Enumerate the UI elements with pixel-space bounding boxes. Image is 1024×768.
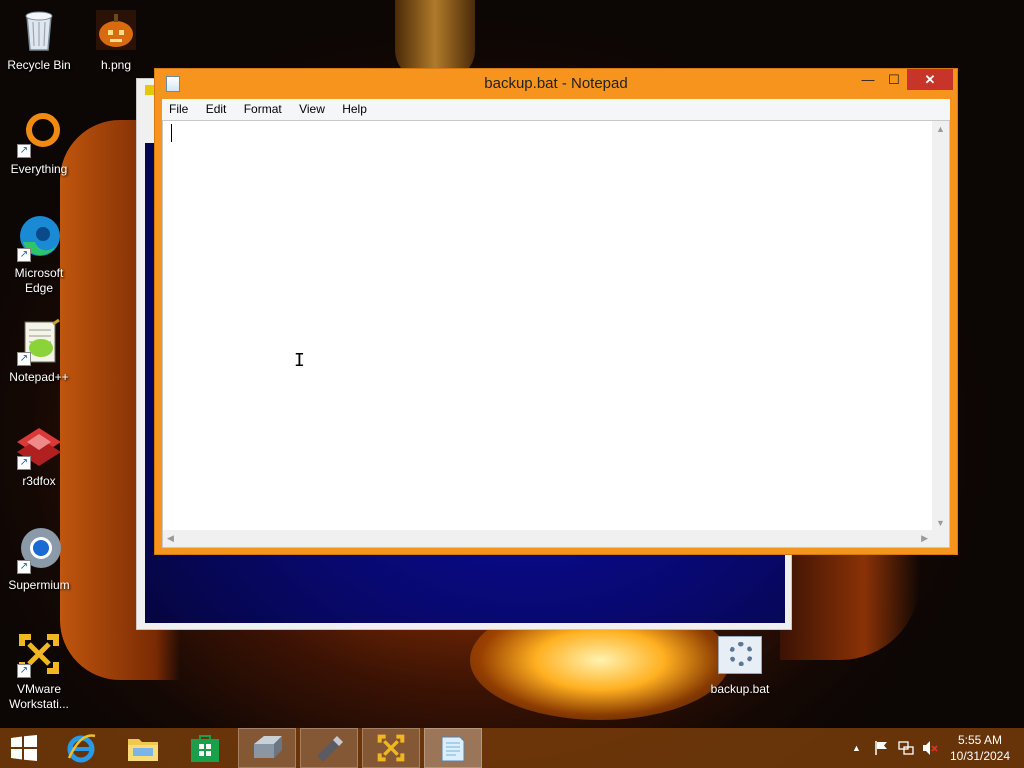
menu-view[interactable]: View <box>292 99 332 120</box>
scroll-right-icon[interactable]: ▶ <box>921 533 928 544</box>
shortcut-arrow-icon: ↗ <box>17 664 31 678</box>
close-button[interactable]: ✕ <box>907 69 953 90</box>
desktop-icon-label: Notepad++ <box>9 370 69 384</box>
desktop-icon-everything[interactable]: ↗ Everything <box>1 110 77 177</box>
notepad-titlebar[interactable]: backup.bat - Notepad — ☐ ✕ <box>155 69 957 99</box>
minimize-icon: — <box>861 72 875 87</box>
shortcut-arrow-icon: ↗ <box>17 144 31 158</box>
shortcut-arrow-icon: ↗ <box>17 456 31 470</box>
drive-icon <box>254 736 282 758</box>
usb-drive-icon <box>317 736 343 762</box>
text-editor-area[interactable]: ▲ ▼ ◀ ▶ <box>162 120 950 548</box>
edge-icon: ↗ <box>15 214 63 262</box>
menu-bar: File Edit Format View Help <box>162 99 950 120</box>
desktop-icon-r3dfox[interactable]: ↗ r3dfox <box>1 422 77 489</box>
resize-grip-icon[interactable] <box>932 530 949 547</box>
taskbar-usb-drive[interactable] <box>300 728 358 768</box>
file-explorer-icon <box>128 739 158 761</box>
desktop-icon-label: Recycle Bin <box>7 58 71 72</box>
menu-file[interactable]: File <box>162 99 195 120</box>
desktop-icon-h-png[interactable]: h.png <box>78 6 154 73</box>
shortcut-arrow-icon: ↗ <box>17 248 31 262</box>
desktop-icon-label: r3dfox <box>22 474 56 488</box>
r3dfox-icon: ↗ <box>15 422 63 470</box>
taskbar-internet-explorer[interactable] <box>52 728 110 768</box>
show-hidden-icons[interactable]: ▲ <box>852 728 861 768</box>
clock-time: 5:55 AM <box>957 733 1003 747</box>
desktop-icon-notepad-plus-plus[interactable]: ↗ Notepad++ <box>1 318 77 385</box>
vertical-scrollbar[interactable]: ▲ ▼ <box>932 121 949 531</box>
start-icon <box>11 735 37 761</box>
menu-format[interactable]: Format <box>237 99 289 120</box>
taskbar-store[interactable] <box>176 728 234 768</box>
scroll-up-icon[interactable]: ▲ <box>936 124 945 134</box>
store-icon <box>191 735 219 762</box>
taskbar-clock[interactable]: 5:55 AM 10/31/2024 <box>940 732 1020 764</box>
volume-button[interactable] <box>922 728 938 768</box>
desktop-icon-vmware[interactable]: ↗ VMware Workstati... <box>1 630 77 712</box>
gear-icon <box>729 642 753 666</box>
close-icon: ✕ <box>924 72 936 87</box>
taskbar-vmware[interactable] <box>362 728 420 768</box>
desktop-icon-microsoft-edge[interactable]: ↗ Microsoft Edge <box>1 214 77 296</box>
recycle-bin-icon <box>15 6 63 54</box>
notepadpp-icon: ↗ <box>15 318 63 366</box>
desktop-icon-label: VMware Workstati... <box>9 682 69 711</box>
taskbar-drive[interactable] <box>238 728 296 768</box>
maximize-icon: ☐ <box>888 72 900 87</box>
supermium-icon: ↗ <box>15 526 63 574</box>
scroll-left-icon[interactable]: ◀ <box>167 533 174 544</box>
desktop-icon-label: Everything <box>10 162 68 176</box>
chevron-up-icon: ▲ <box>852 743 861 753</box>
text-caret <box>171 124 172 142</box>
menu-edit[interactable]: Edit <box>199 99 234 120</box>
maximize-button[interactable]: ☐ <box>881 69 907 90</box>
batch-file-icon <box>718 636 762 674</box>
taskbar-notepad[interactable] <box>424 728 482 768</box>
window-title: backup.bat - Notepad <box>484 75 628 92</box>
desktop-icon-label: Supermium <box>8 578 70 592</box>
vmware-icon: ↗ <box>15 630 63 678</box>
desktop-icon-recycle-bin[interactable]: Recycle Bin <box>1 6 77 73</box>
taskbar-file-explorer[interactable] <box>114 728 172 768</box>
shortcut-arrow-icon: ↗ <box>17 352 31 366</box>
network-icon <box>898 741 914 755</box>
notepad-icon <box>441 736 465 762</box>
ibeam-cursor-icon: I <box>294 350 305 371</box>
vmware-icon <box>377 734 405 762</box>
desktop-icon-supermium[interactable]: ↗ Supermium <box>1 526 77 593</box>
desktop-icon-backup-bat[interactable]: backup.bat <box>702 636 778 696</box>
desktop-icon-label: backup.bat <box>710 682 770 696</box>
start-button[interactable] <box>0 728 48 768</box>
internet-explorer-icon <box>67 734 96 763</box>
action-center-button[interactable] <box>874 728 890 768</box>
desktop-icon-label: h.png <box>100 58 132 72</box>
clock-date: 10/31/2024 <box>949 749 1011 763</box>
image-file-icon <box>92 6 140 54</box>
notepad-window[interactable]: backup.bat - Notepad — ☐ ✕ File Edit For… <box>154 68 958 555</box>
taskbar: ▲ 5:55 AM 10/31/2024 <box>0 728 1024 768</box>
flag-icon <box>875 741 887 755</box>
volume-muted-icon <box>923 741 938 755</box>
minimize-button[interactable]: — <box>855 69 881 90</box>
horizontal-scrollbar[interactable]: ◀ ▶ <box>163 530 932 547</box>
scroll-down-icon[interactable]: ▼ <box>936 518 945 528</box>
desktop-icon-label: Microsoft Edge <box>14 266 64 295</box>
network-button[interactable] <box>898 728 914 768</box>
everything-icon: ↗ <box>15 110 63 158</box>
shortcut-arrow-icon: ↗ <box>17 560 31 574</box>
menu-help[interactable]: Help <box>335 99 374 120</box>
